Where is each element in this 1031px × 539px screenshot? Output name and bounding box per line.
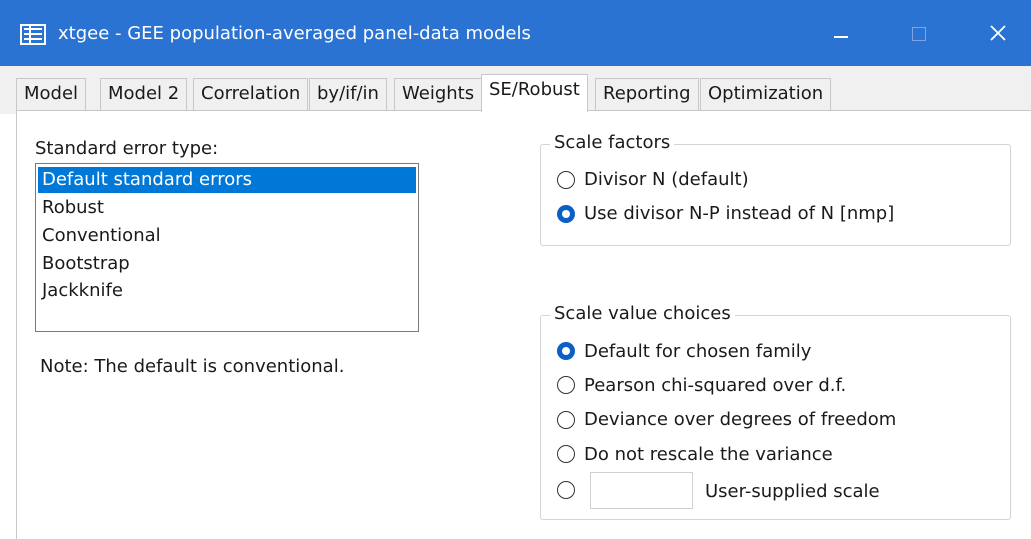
radio-pearson-label[interactable]: Pearson chi-squared over d.f.	[584, 375, 846, 396]
tab-optimization[interactable]: Optimization	[700, 78, 832, 111]
radio-deviance-label[interactable]: Deviance over degrees of freedom	[584, 409, 896, 430]
radio-no-rescale-label[interactable]: Do not rescale the variance	[584, 444, 833, 465]
tab-model[interactable]: Model	[16, 78, 87, 111]
se-type-listbox[interactable]: Default standard errors Robust Conventio…	[35, 163, 419, 332]
scale-factors-title: Scale factors	[550, 132, 675, 153]
radio-user-scale[interactable]	[557, 481, 575, 499]
radio-divisor-n-label[interactable]: Divisor N (default)	[584, 169, 749, 190]
radio-divisor-nmp-label[interactable]: Use divisor N-P instead of N [nmp]	[584, 203, 894, 224]
radio-divisor-nmp[interactable]	[557, 205, 575, 223]
radio-pearson[interactable]	[557, 376, 575, 394]
radio-default-family[interactable]	[557, 342, 575, 360]
se-type-note: Note: The default is conventional.	[40, 356, 345, 377]
list-item[interactable]: Conventional	[38, 223, 416, 249]
radio-default-family-label[interactable]: Default for chosen family	[584, 341, 811, 362]
window-title: xtgee - GEE population-averaged panel-da…	[58, 23, 531, 44]
tab-correlation[interactable]: Correlation	[193, 78, 309, 111]
minimize-button[interactable]	[810, 0, 870, 66]
table-icon	[20, 24, 46, 45]
tab-by-if-in[interactable]: by/if/in	[309, 78, 387, 111]
close-button[interactable]	[968, 0, 1028, 66]
list-item[interactable]: Jackknife	[38, 278, 416, 304]
tab-reporting[interactable]: Reporting	[595, 78, 699, 111]
tab-model-2[interactable]: Model 2	[100, 78, 188, 111]
radio-no-rescale[interactable]	[557, 445, 575, 463]
radio-divisor-n[interactable]	[557, 171, 575, 189]
radio-deviance[interactable]	[557, 411, 575, 429]
list-item[interactable]: Default standard errors	[38, 167, 416, 193]
scale-value-title: Scale value choices	[550, 303, 735, 324]
user-scale-input[interactable]	[590, 472, 693, 509]
se-type-label: Standard error type:	[35, 138, 219, 159]
tab-se-robust[interactable]: SE/Robust	[481, 74, 588, 112]
list-item[interactable]: Robust	[38, 195, 416, 221]
close-icon	[990, 25, 1006, 41]
maximize-icon	[912, 27, 926, 41]
maximize-button[interactable]	[890, 0, 950, 66]
minimize-icon	[834, 36, 848, 38]
list-item[interactable]: Bootstrap	[38, 251, 416, 277]
scale-factors-group	[540, 144, 1011, 246]
tab-weights[interactable]: Weights	[394, 78, 483, 111]
title-bar[interactable]: xtgee - GEE population-averaged panel-da…	[0, 0, 1031, 66]
user-scale-label: User-supplied scale	[705, 481, 880, 502]
